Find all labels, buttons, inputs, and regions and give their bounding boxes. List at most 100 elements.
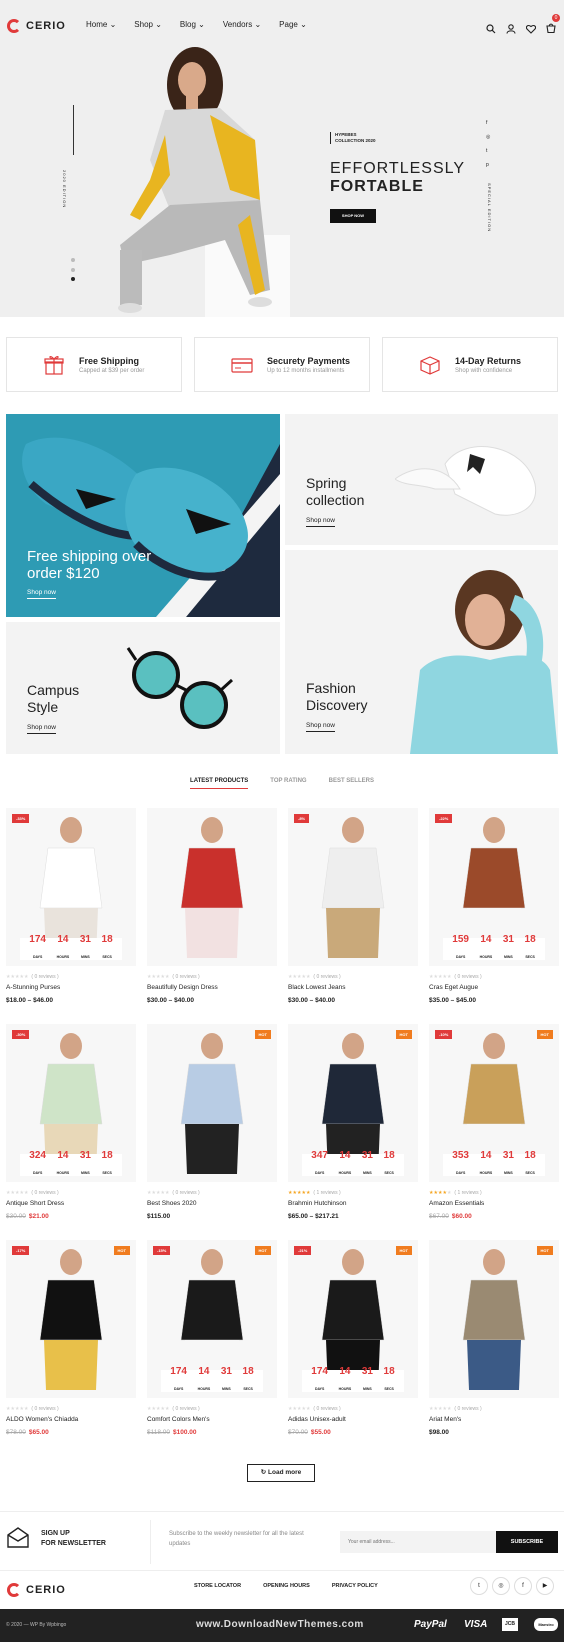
countdown-label: DAYS	[173, 1387, 184, 1391]
product-image[interactable]: -22% 159 DAYS 14 HOURS 31 MINS 18 SECS	[429, 808, 559, 966]
product-card[interactable]: -21% HOT 174 DAYS 14 HOURS 31 MINS 18 SECS ★★★★★( …	[288, 1240, 418, 1436]
brand-logo[interactable]: CERIO	[7, 19, 66, 33]
product-image[interactable]: -17% HOT	[6, 1240, 136, 1398]
nav-item-home[interactable]: Home ⌄	[86, 20, 116, 29]
discount-badge: -10%	[435, 1030, 453, 1039]
star-icon: ★	[23, 1190, 29, 1196]
product-card[interactable]: -17% HOT ★★★★★( 0 reviews ) ALDO Women's Ch…	[6, 1240, 136, 1436]
current-price: $30.00 – $40.00	[147, 997, 194, 1004]
product-card[interactable]: -8% ★★★★★( 0 reviews ) Black Lowest Jeans $…	[288, 808, 418, 1004]
product-card[interactable]: -33% 174 DAYS 14 HOURS 31 MINS 18 SECS ★★★★★( 0 r…	[6, 808, 136, 1004]
slider-dot[interactable]	[71, 258, 75, 262]
product-image[interactable]: HOT	[429, 1240, 559, 1398]
product-image[interactable]: -21% HOT 174 DAYS 14 HOURS 31 MINS 18 SECS	[288, 1240, 418, 1398]
instagram-icon[interactable]: ◎	[486, 134, 490, 140]
instagram-icon[interactable]: ◎	[492, 1577, 510, 1595]
product-name[interactable]: Brahmin Hutchinson	[288, 1200, 418, 1207]
load-more-button[interactable]: ↻ Load more	[247, 1464, 315, 1482]
slider-dot[interactable]	[71, 268, 75, 272]
star-rating-icon: ★★★★★	[288, 974, 310, 980]
review-count: ( 0 reviews )	[172, 1406, 200, 1412]
star-rating-icon: ★★★★★	[6, 1190, 28, 1196]
countdown-timer: 324 DAYS 14 HOURS 31 MINS 18 SECS	[20, 1151, 122, 1176]
twitter-icon[interactable]: t	[470, 1577, 488, 1595]
nav-item-shop[interactable]: Shop ⌄	[134, 20, 162, 29]
countdown-label: DAYS	[32, 1171, 43, 1175]
feature-subtitle: Capped at $39 per order	[79, 367, 145, 374]
product-card[interactable]: HOT ★★★★★( 0 reviews ) Ariat Men's $98.00	[429, 1240, 559, 1436]
product-name[interactable]: Best Shoes 2020	[147, 1200, 277, 1207]
product-image[interactable]: -30% 324 DAYS 14 HOURS 31 MINS 18 SECS	[6, 1024, 136, 1182]
newsletter-email-input[interactable]	[340, 1531, 496, 1553]
product-rating: ★★★★★( 0 reviews )	[147, 1190, 277, 1196]
product-card[interactable]: -10% HOT 353 DAYS 14 HOURS 31 MINS 18 SECS ★★★★★( …	[429, 1024, 559, 1220]
countdown-label: MINS	[504, 955, 513, 959]
heart-icon[interactable]	[526, 24, 536, 34]
footer-link-privacy-policy[interactable]: PRIVACY POLICY	[332, 1583, 378, 1589]
product-image[interactable]: -10% HOT 353 DAYS 14 HOURS 31 MINS 18 SECS	[429, 1024, 559, 1182]
tab-top-rating[interactable]: TOP RATING	[270, 778, 306, 789]
product-image[interactable]: -33% 174 DAYS 14 HOURS 31 MINS 18 SECS	[6, 808, 136, 966]
product-name[interactable]: Amazon Essentials	[429, 1200, 559, 1207]
nav-label: Vendors	[222, 20, 253, 29]
banner-spring[interactable]: Spring collection Shop now	[285, 414, 558, 545]
nav-item-vendors[interactable]: Vendors ⌄	[223, 20, 261, 29]
banner-shoes[interactable]: Free shipping over order $120 Shop now	[6, 414, 280, 617]
countdown-label: HOURS	[197, 1387, 211, 1391]
product-card[interactable]: -15% HOT 174 DAYS 14 HOURS 31 MINS 18 SECS ★★★★★( …	[147, 1240, 277, 1436]
product-name[interactable]: A-Stunning Purses	[6, 984, 136, 991]
footer-logo[interactable]: CERIO	[7, 1583, 66, 1597]
product-image[interactable]: -15% HOT 174 DAYS 14 HOURS 31 MINS 18 SECS	[147, 1240, 277, 1398]
product-card[interactable]: ★★★★★( 0 reviews ) Beautifully Design Dre…	[147, 808, 277, 1004]
product-card[interactable]: HOT 347 DAYS 14 HOURS 31 MINS 18 SECS ★★★★★( 1 re…	[288, 1024, 418, 1220]
countdown-value: 18	[524, 1150, 536, 1161]
banner-shop-now-link[interactable]: Shop now	[27, 589, 56, 599]
footer-link-store-locator[interactable]: STORE LOCATOR	[194, 1583, 241, 1589]
subscribe-button[interactable]: SUBSCRIBE	[496, 1531, 558, 1553]
product-card[interactable]: -30% 324 DAYS 14 HOURS 31 MINS 18 SECS ★★★★★( 0 r…	[6, 1024, 136, 1220]
search-icon[interactable]	[486, 24, 496, 34]
product-name[interactable]: Beautifully Design Dress	[147, 984, 277, 991]
product-name[interactable]: Adidas Unisex-adult	[288, 1416, 418, 1423]
facebook-icon[interactable]: f	[486, 120, 490, 126]
product-name[interactable]: Cras Eget Augue	[429, 984, 559, 991]
banner-campus[interactable]: Campus Style Shop now	[6, 622, 280, 754]
product-image[interactable]: HOT	[147, 1024, 277, 1182]
user-icon[interactable]	[506, 24, 516, 34]
maestro-logo: Maestro	[534, 1618, 558, 1631]
footer-links: STORE LOCATOR OPENING HOURS PRIVACY POLI…	[194, 1583, 378, 1589]
product-name[interactable]: ALDO Women's Chiadda	[6, 1416, 136, 1423]
tab-latest-products[interactable]: LATEST PRODUCTS	[190, 778, 249, 789]
countdown-value: 14	[339, 1366, 351, 1377]
nav-item-blog[interactable]: Blog ⌄	[180, 20, 205, 29]
product-card[interactable]: HOT ★★★★★( 0 reviews ) Best Shoes 2020 $115…	[147, 1024, 277, 1220]
footer-link-opening-hours[interactable]: OPENING HOURS	[263, 1583, 310, 1589]
banner-fashion[interactable]: Fashion Discovery Shop now	[285, 550, 558, 754]
youtube-icon[interactable]: ▶	[536, 1577, 554, 1595]
newsletter-title: SIGN UP FOR NEWSLETTER	[41, 1529, 106, 1549]
facebook-icon[interactable]: f	[514, 1577, 532, 1595]
product-name[interactable]: Antique Short Dress	[6, 1200, 136, 1207]
nav-item-page[interactable]: Page ⌄	[279, 20, 307, 29]
tab-best-sellers[interactable]: BEST SELLERS	[329, 778, 374, 789]
banner-shop-now-link[interactable]: Shop now	[306, 517, 335, 527]
product-image[interactable]: -8%	[288, 808, 418, 966]
product-name[interactable]: Comfort Colors Men's	[147, 1416, 277, 1423]
twitter-icon[interactable]: t	[486, 148, 490, 154]
hero-shop-now-button[interactable]: SHOP NOW	[330, 209, 376, 223]
review-count: ( 0 reviews )	[454, 1406, 482, 1412]
product-image[interactable]: HOT 347 DAYS 14 HOURS 31 MINS 18 SECS	[288, 1024, 418, 1182]
product-price: $30.00 – $40.00	[288, 997, 418, 1004]
banner-shop-now-link[interactable]: Shop now	[27, 724, 56, 734]
hero-right-label: SPECIAL EDITION	[487, 183, 492, 233]
product-rating: ★★★★★( 0 reviews )	[147, 1406, 277, 1412]
banner-shop-now-link[interactable]: Shop now	[306, 722, 335, 732]
product-image[interactable]	[147, 808, 277, 966]
product-card[interactable]: -22% 159 DAYS 14 HOURS 31 MINS 18 SECS ★★★★★( 0 r…	[429, 808, 559, 1004]
product-name[interactable]: Black Lowest Jeans	[288, 984, 418, 991]
product-name[interactable]: Ariat Men's	[429, 1416, 559, 1423]
countdown-value: 31	[502, 934, 514, 945]
slider-dot-active[interactable]	[71, 277, 75, 281]
pinterest-icon[interactable]: p	[486, 162, 490, 168]
cart-button[interactable]: 0	[546, 14, 560, 38]
